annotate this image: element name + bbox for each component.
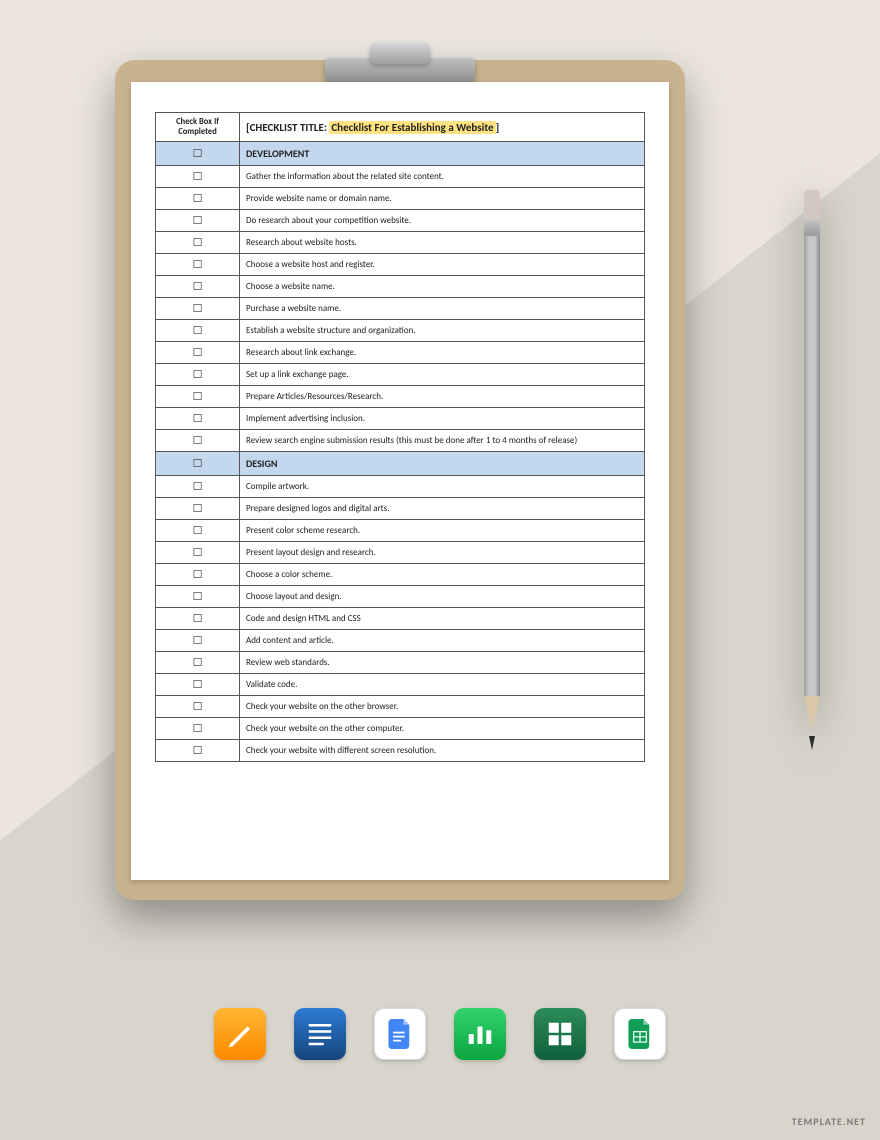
pencil [804,190,820,750]
checkbox[interactable]: ☐ [156,586,240,608]
checklist-item-text: Do research about your competition websi… [240,210,645,232]
checkbox[interactable]: ☐ [156,696,240,718]
checklist-row: ☐Choose layout and design. [156,586,645,608]
checklist-row: ☐Code and design HTML and CSS [156,608,645,630]
section-row: ☐DESIGN [156,452,645,476]
checklist-item-text: Present color scheme research. [240,520,645,542]
checklist-row: ☐Compile artwork. [156,476,645,498]
checkbox[interactable]: ☐ [156,188,240,210]
checklist-row: ☐Choose a website host and register. [156,254,645,276]
checklist-row: ☐Check your website on the other compute… [156,718,645,740]
checklist-row: ☐Provide website name or domain name. [156,188,645,210]
checklist-item-text: Check your website with different screen… [240,740,645,762]
checklist-row: ☐Set up a link exchange page. [156,364,645,386]
clipboard: Check Box If Completed [CHECKLIST TITLE:… [115,60,685,900]
checklist-row: ☐Choose a website name. [156,276,645,298]
checklist-item-text: Prepare Articles/Resources/Research. [240,386,645,408]
google-docs-icon[interactable] [374,1008,426,1060]
checklist-row: ☐Prepare designed logos and digital arts… [156,498,645,520]
checkbox[interactable]: ☐ [156,740,240,762]
checklist-row: ☐Validate code. [156,674,645,696]
checklist-row: ☐Establish a website structure and organ… [156,320,645,342]
checklist-item-text: Review search engine submission results … [240,430,645,452]
section-heading: DESIGN [240,452,645,476]
checklist-item-text: Purchase a website name. [240,298,645,320]
checkbox[interactable]: ☐ [156,430,240,452]
checklist-item-text: Validate code. [240,674,645,696]
checkbox[interactable]: ☐ [156,542,240,564]
word-icon[interactable] [294,1008,346,1060]
section-row: ☐DEVELOPMENT [156,142,645,166]
checklist-row: ☐Do research about your competition webs… [156,210,645,232]
checklist-item-text: Establish a website structure and organi… [240,320,645,342]
checklist-item-text: Prepare designed logos and digital arts. [240,498,645,520]
checklist-item-text: Code and design HTML and CSS [240,608,645,630]
checklist-table: Check Box If Completed [CHECKLIST TITLE:… [155,112,645,762]
checklist-row: ☐Research about website hosts. [156,232,645,254]
checkbox[interactable]: ☐ [156,452,240,476]
checkbox[interactable]: ☐ [156,386,240,408]
checklist-row: ☐Gather the information about the relate… [156,166,645,188]
checklist-item-text: Choose a color scheme. [240,564,645,586]
checklist-item-text: Check your website on the other browser. [240,696,645,718]
document-title: [CHECKLIST TITLE: Checklist For Establis… [240,113,645,142]
clipboard-clip [325,42,475,82]
checkbox[interactable]: ☐ [156,608,240,630]
checklist-row: ☐Check your website on the other browser… [156,696,645,718]
checklist-item-text: Implement advertising inclusion. [240,408,645,430]
checkbox[interactable]: ☐ [156,564,240,586]
document-paper: Check Box If Completed [CHECKLIST TITLE:… [131,82,669,880]
checklist-item-text: Provide website name or domain name. [240,188,645,210]
checkbox[interactable]: ☐ [156,254,240,276]
checklist-item-text: Present layout design and research. [240,542,645,564]
checkbox[interactable]: ☐ [156,276,240,298]
checkbox[interactable]: ☐ [156,142,240,166]
checklist-row: ☐Choose a color scheme. [156,564,645,586]
checkbox[interactable]: ☐ [156,498,240,520]
checklist-item-text: Compile artwork. [240,476,645,498]
checklist-item-text: Add content and article. [240,630,645,652]
checkbox[interactable]: ☐ [156,652,240,674]
checklist-row: ☐Review web standards. [156,652,645,674]
checklist-item-text: Set up a link exchange page. [240,364,645,386]
checklist-item-text: Check your website on the other computer… [240,718,645,740]
checklist-row: ☐Check your website with different scree… [156,740,645,762]
checkbox[interactable]: ☐ [156,342,240,364]
checkbox[interactable]: ☐ [156,674,240,696]
checkbox[interactable]: ☐ [156,298,240,320]
checklist-row: ☐Present layout design and research. [156,542,645,564]
checklist-item-text: Choose a website host and register. [240,254,645,276]
checkbox[interactable]: ☐ [156,630,240,652]
checklist-item-text: Choose a website name. [240,276,645,298]
checkbox[interactable]: ☐ [156,320,240,342]
checkbox[interactable]: ☐ [156,166,240,188]
numbers-icon[interactable] [454,1008,506,1060]
watermark: TEMPLATE.NET [792,1115,866,1128]
checkbox[interactable]: ☐ [156,232,240,254]
checklist-row: ☐Review search engine submission results… [156,430,645,452]
checklist-row: ☐Add content and article. [156,630,645,652]
excel-icon[interactable] [534,1008,586,1060]
checkbox[interactable]: ☐ [156,364,240,386]
checklist-item-text: Gather the information about the related… [240,166,645,188]
app-icons-row [0,1008,880,1060]
checkbox[interactable]: ☐ [156,718,240,740]
checklist-row: ☐Purchase a website name. [156,298,645,320]
checklist-row: ☐Research about link exchange. [156,342,645,364]
checklist-row: ☐Implement advertising inclusion. [156,408,645,430]
checkbox[interactable]: ☐ [156,520,240,542]
column-header-checkbox: Check Box If Completed [156,113,240,142]
pages-icon[interactable] [214,1008,266,1060]
checklist-row: ☐Prepare Articles/Resources/Research. [156,386,645,408]
checklist-item-text: Research about link exchange. [240,342,645,364]
checklist-item-text: Review web standards. [240,652,645,674]
google-sheets-icon[interactable] [614,1008,666,1060]
checkbox[interactable]: ☐ [156,210,240,232]
checklist-item-text: Research about website hosts. [240,232,645,254]
checkbox[interactable]: ☐ [156,476,240,498]
checkbox[interactable]: ☐ [156,408,240,430]
checklist-item-text: Choose layout and design. [240,586,645,608]
section-heading: DEVELOPMENT [240,142,645,166]
checklist-row: ☐Present color scheme research. [156,520,645,542]
